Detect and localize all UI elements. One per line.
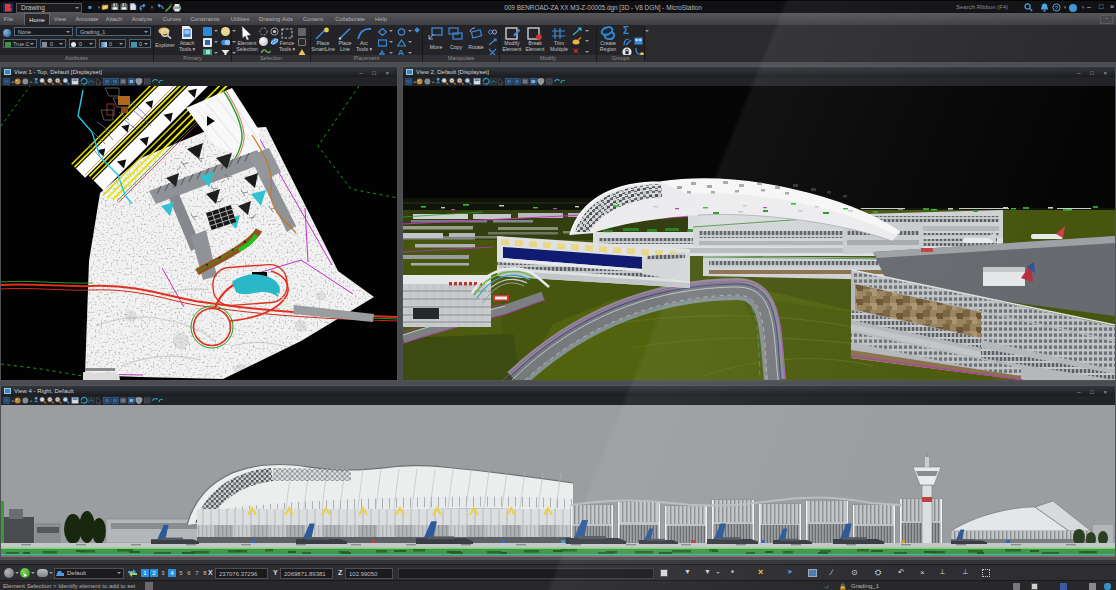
- svg-text:?: ?: [1055, 5, 1059, 11]
